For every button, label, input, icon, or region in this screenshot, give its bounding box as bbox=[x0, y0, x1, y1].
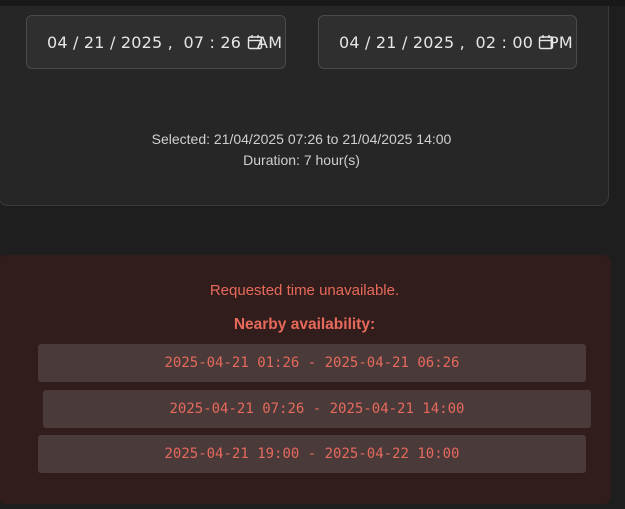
unavailable-message: Requested time unavailable. bbox=[209, 282, 400, 299]
duration-text: Duration: 7 hour(s) bbox=[243, 152, 360, 168]
time-range-card: 04 / 21 / 2025 , 07 : 26 AM 04 / 21 / 20… bbox=[0, 0, 609, 206]
calendar-icon[interactable] bbox=[538, 34, 554, 50]
calendar-icon[interactable] bbox=[247, 34, 263, 50]
nearby-availability-title: Nearby availability: bbox=[233, 316, 376, 333]
page: 04 / 21 / 2025 , 07 : 26 AM 04 / 21 / 20… bbox=[0, 0, 625, 509]
availability-alert: Requested time unavailable. Nearby avail… bbox=[0, 255, 611, 504]
availability-slot[interactable]: 2025-04-21 07:26 - 2025-04-21 14:00 bbox=[43, 390, 591, 428]
availability-slot[interactable]: 2025-04-21 01:26 - 2025-04-21 06:26 bbox=[38, 344, 586, 382]
availability-slot[interactable]: 2025-04-21 19:00 - 2025-04-22 10:00 bbox=[38, 435, 586, 473]
start-datetime-input[interactable]: 04 / 21 / 2025 , 07 : 26 AM bbox=[26, 15, 286, 69]
selected-range-text: Selected: 21/04/2025 07:26 to 21/04/2025… bbox=[151, 131, 452, 147]
top-divider bbox=[0, 0, 625, 6]
end-datetime-input[interactable]: 04 / 21 / 2025 , 02 : 00 PM bbox=[318, 15, 577, 69]
